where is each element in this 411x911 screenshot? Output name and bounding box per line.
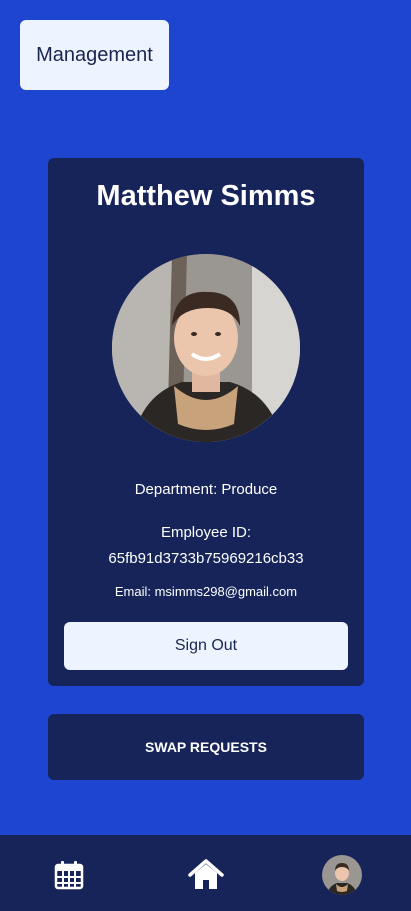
profile-name: Matthew Simms xyxy=(96,180,316,212)
employee-id-block: Employee ID: 65fb91d3733b75969216cb33 xyxy=(48,520,364,572)
home-icon[interactable] xyxy=(186,855,226,895)
department-text: Department: Produce xyxy=(134,481,278,498)
sign-out-button[interactable]: Sign Out xyxy=(64,622,348,670)
profile-photo xyxy=(112,254,300,442)
bottom-nav xyxy=(0,835,411,911)
avatar xyxy=(322,855,362,895)
calendar-icon[interactable] xyxy=(49,855,89,895)
employee-id-value: 65fb91d3733b75969216cb33 xyxy=(108,550,304,567)
email-text: Email: msimms298@gmail.com xyxy=(114,584,298,599)
profile-card: Matthew Simms Department: Produce Employ… xyxy=(48,158,364,686)
profile-avatar-button[interactable] xyxy=(322,855,362,895)
swap-requests-button[interactable]: SWAP REQUESTS xyxy=(48,714,364,780)
management-button[interactable]: Management xyxy=(20,20,169,90)
employee-id-label: Employee ID: xyxy=(160,524,252,541)
